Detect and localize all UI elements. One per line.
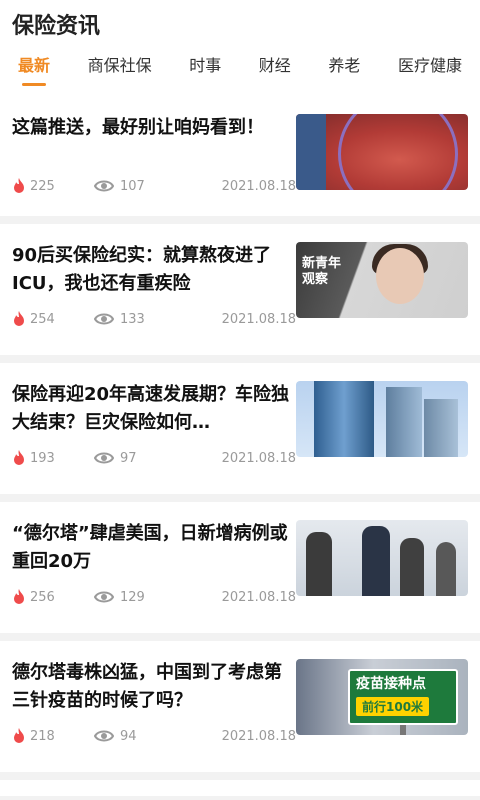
fire-icon	[14, 311, 24, 326]
tab-finance[interactable]: 财经	[259, 52, 291, 86]
article-thumbnail[interactable]	[296, 520, 468, 596]
fire-icon	[14, 450, 24, 465]
tab-pension[interactable]: 养老	[328, 52, 360, 86]
article-meta: 225 107 2021.08.18	[12, 178, 296, 194]
heat-count: 218	[30, 728, 55, 744]
eye-icon	[94, 591, 114, 603]
article-card[interactable]: 德尔塔毒株凶猛，中国到了考虑第三针疫苗的时候了吗？ 218 94 2021.08…	[0, 641, 480, 772]
article-title[interactable]: 90后买保险纪实：就算熬夜进了ICU，我也还有重疾险	[12, 242, 296, 298]
article-feed: 这篇推送，最好别让咱妈看到！ 225 107 2021.08.18 90后买保险…	[0, 96, 480, 796]
next-card-partial	[0, 780, 480, 796]
article-title[interactable]: “德尔塔”肆虐美国，日新增病例或重回20万	[12, 520, 296, 576]
view-count: 129	[120, 589, 145, 605]
category-tabs: 最新 商保社保 时事 财经 养老 医疗健康	[12, 52, 468, 86]
thumbnail-shape	[376, 248, 424, 304]
eye-icon	[94, 730, 114, 742]
article-thumbnail[interactable]	[296, 381, 468, 457]
thumbnail-shape	[386, 387, 422, 457]
article-thumbnail[interactable]: 疫苗接种点 前行100米	[296, 659, 468, 735]
publish-date: 2021.08.18	[221, 589, 296, 605]
fire-icon	[14, 728, 24, 743]
publish-date: 2021.08.18	[221, 178, 296, 194]
article-meta: 193 97 2021.08.18	[12, 450, 296, 466]
thumbnail-shape	[436, 542, 456, 596]
eye-icon	[94, 313, 114, 325]
tab-medical-health[interactable]: 医疗健康	[398, 52, 462, 86]
eye-icon	[94, 452, 114, 464]
heat-count: 193	[30, 450, 55, 466]
thumbnail-shape	[314, 381, 374, 457]
article-card[interactable]: 保险再迎20年高速发展期？车险独大结束？巨灾保险如何… 193 97 2021.…	[0, 363, 480, 494]
heat-count: 254	[30, 311, 55, 327]
thumbnail-shape	[424, 399, 458, 457]
view-count: 97	[120, 450, 137, 466]
article-text: 保险再迎20年高速发展期？车险独大结束？巨灾保险如何… 193 97 2021.…	[12, 381, 296, 494]
app-header: 保险资讯 最新 商保社保 时事 财经 养老 医疗健康	[0, 0, 480, 96]
view-count: 107	[120, 178, 145, 194]
view-count: 94	[120, 728, 137, 744]
article-card[interactable]: 90后买保险纪实：就算熬夜进了ICU，我也还有重疾险 254 133 2021.…	[0, 224, 480, 355]
thumbnail-shape	[400, 538, 424, 596]
article-title[interactable]: 保险再迎20年高速发展期？车险独大结束？巨灾保险如何…	[12, 381, 296, 437]
tab-current-affairs[interactable]: 时事	[189, 52, 221, 86]
article-title[interactable]: 这篇推送，最好别让咱妈看到！	[12, 114, 296, 142]
article-text: 德尔塔毒株凶猛，中国到了考虑第三针疫苗的时候了吗？ 218 94 2021.08…	[12, 659, 296, 772]
publish-date: 2021.08.18	[221, 450, 296, 466]
thumbnail-sign: 疫苗接种点 前行100米	[348, 669, 458, 725]
view-count: 133	[120, 311, 145, 327]
thumbnail-shape	[296, 114, 326, 190]
thumbnail-badge: 新青年观察	[302, 256, 342, 287]
fire-icon	[14, 589, 24, 604]
article-card[interactable]: 这篇推送，最好别让咱妈看到！ 225 107 2021.08.18	[0, 96, 480, 216]
article-meta: 218 94 2021.08.18	[12, 728, 296, 744]
publish-date: 2021.08.18	[221, 311, 296, 327]
page-title: 保险资讯	[12, 14, 101, 39]
thumbnail-shape	[400, 725, 406, 735]
article-thumbnail[interactable]	[296, 114, 468, 190]
article-meta: 254 133 2021.08.18	[12, 311, 296, 327]
article-title[interactable]: 德尔塔毒株凶猛，中国到了考虑第三针疫苗的时候了吗？	[12, 659, 296, 715]
tab-latest[interactable]: 最新	[18, 52, 50, 86]
fire-icon	[14, 178, 24, 193]
thumbnail-shape	[338, 114, 458, 190]
article-thumbnail[interactable]: 新青年观察	[296, 242, 468, 318]
heat-count: 225	[30, 178, 55, 194]
article-text: 这篇推送，最好别让咱妈看到！ 225 107 2021.08.18	[12, 114, 296, 216]
article-text: “德尔塔”肆虐美国，日新增病例或重回20万 256 129 2021.08.18	[12, 520, 296, 633]
article-text: 90后买保险纪实：就算熬夜进了ICU，我也还有重疾险 254 133 2021.…	[12, 242, 296, 355]
tab-commercial-social-insurance[interactable]: 商保社保	[88, 52, 152, 86]
sign-line-1: 疫苗接种点	[356, 676, 426, 692]
thumbnail-shape	[306, 532, 332, 596]
article-meta: 256 129 2021.08.18	[12, 589, 296, 605]
sign-line-2: 前行100米	[356, 697, 430, 716]
publish-date: 2021.08.18	[221, 728, 296, 744]
heat-count: 256	[30, 589, 55, 605]
article-card[interactable]: “德尔塔”肆虐美国，日新增病例或重回20万 256 129 2021.08.18	[0, 502, 480, 633]
thumbnail-shape	[362, 526, 390, 596]
eye-icon	[94, 180, 114, 192]
